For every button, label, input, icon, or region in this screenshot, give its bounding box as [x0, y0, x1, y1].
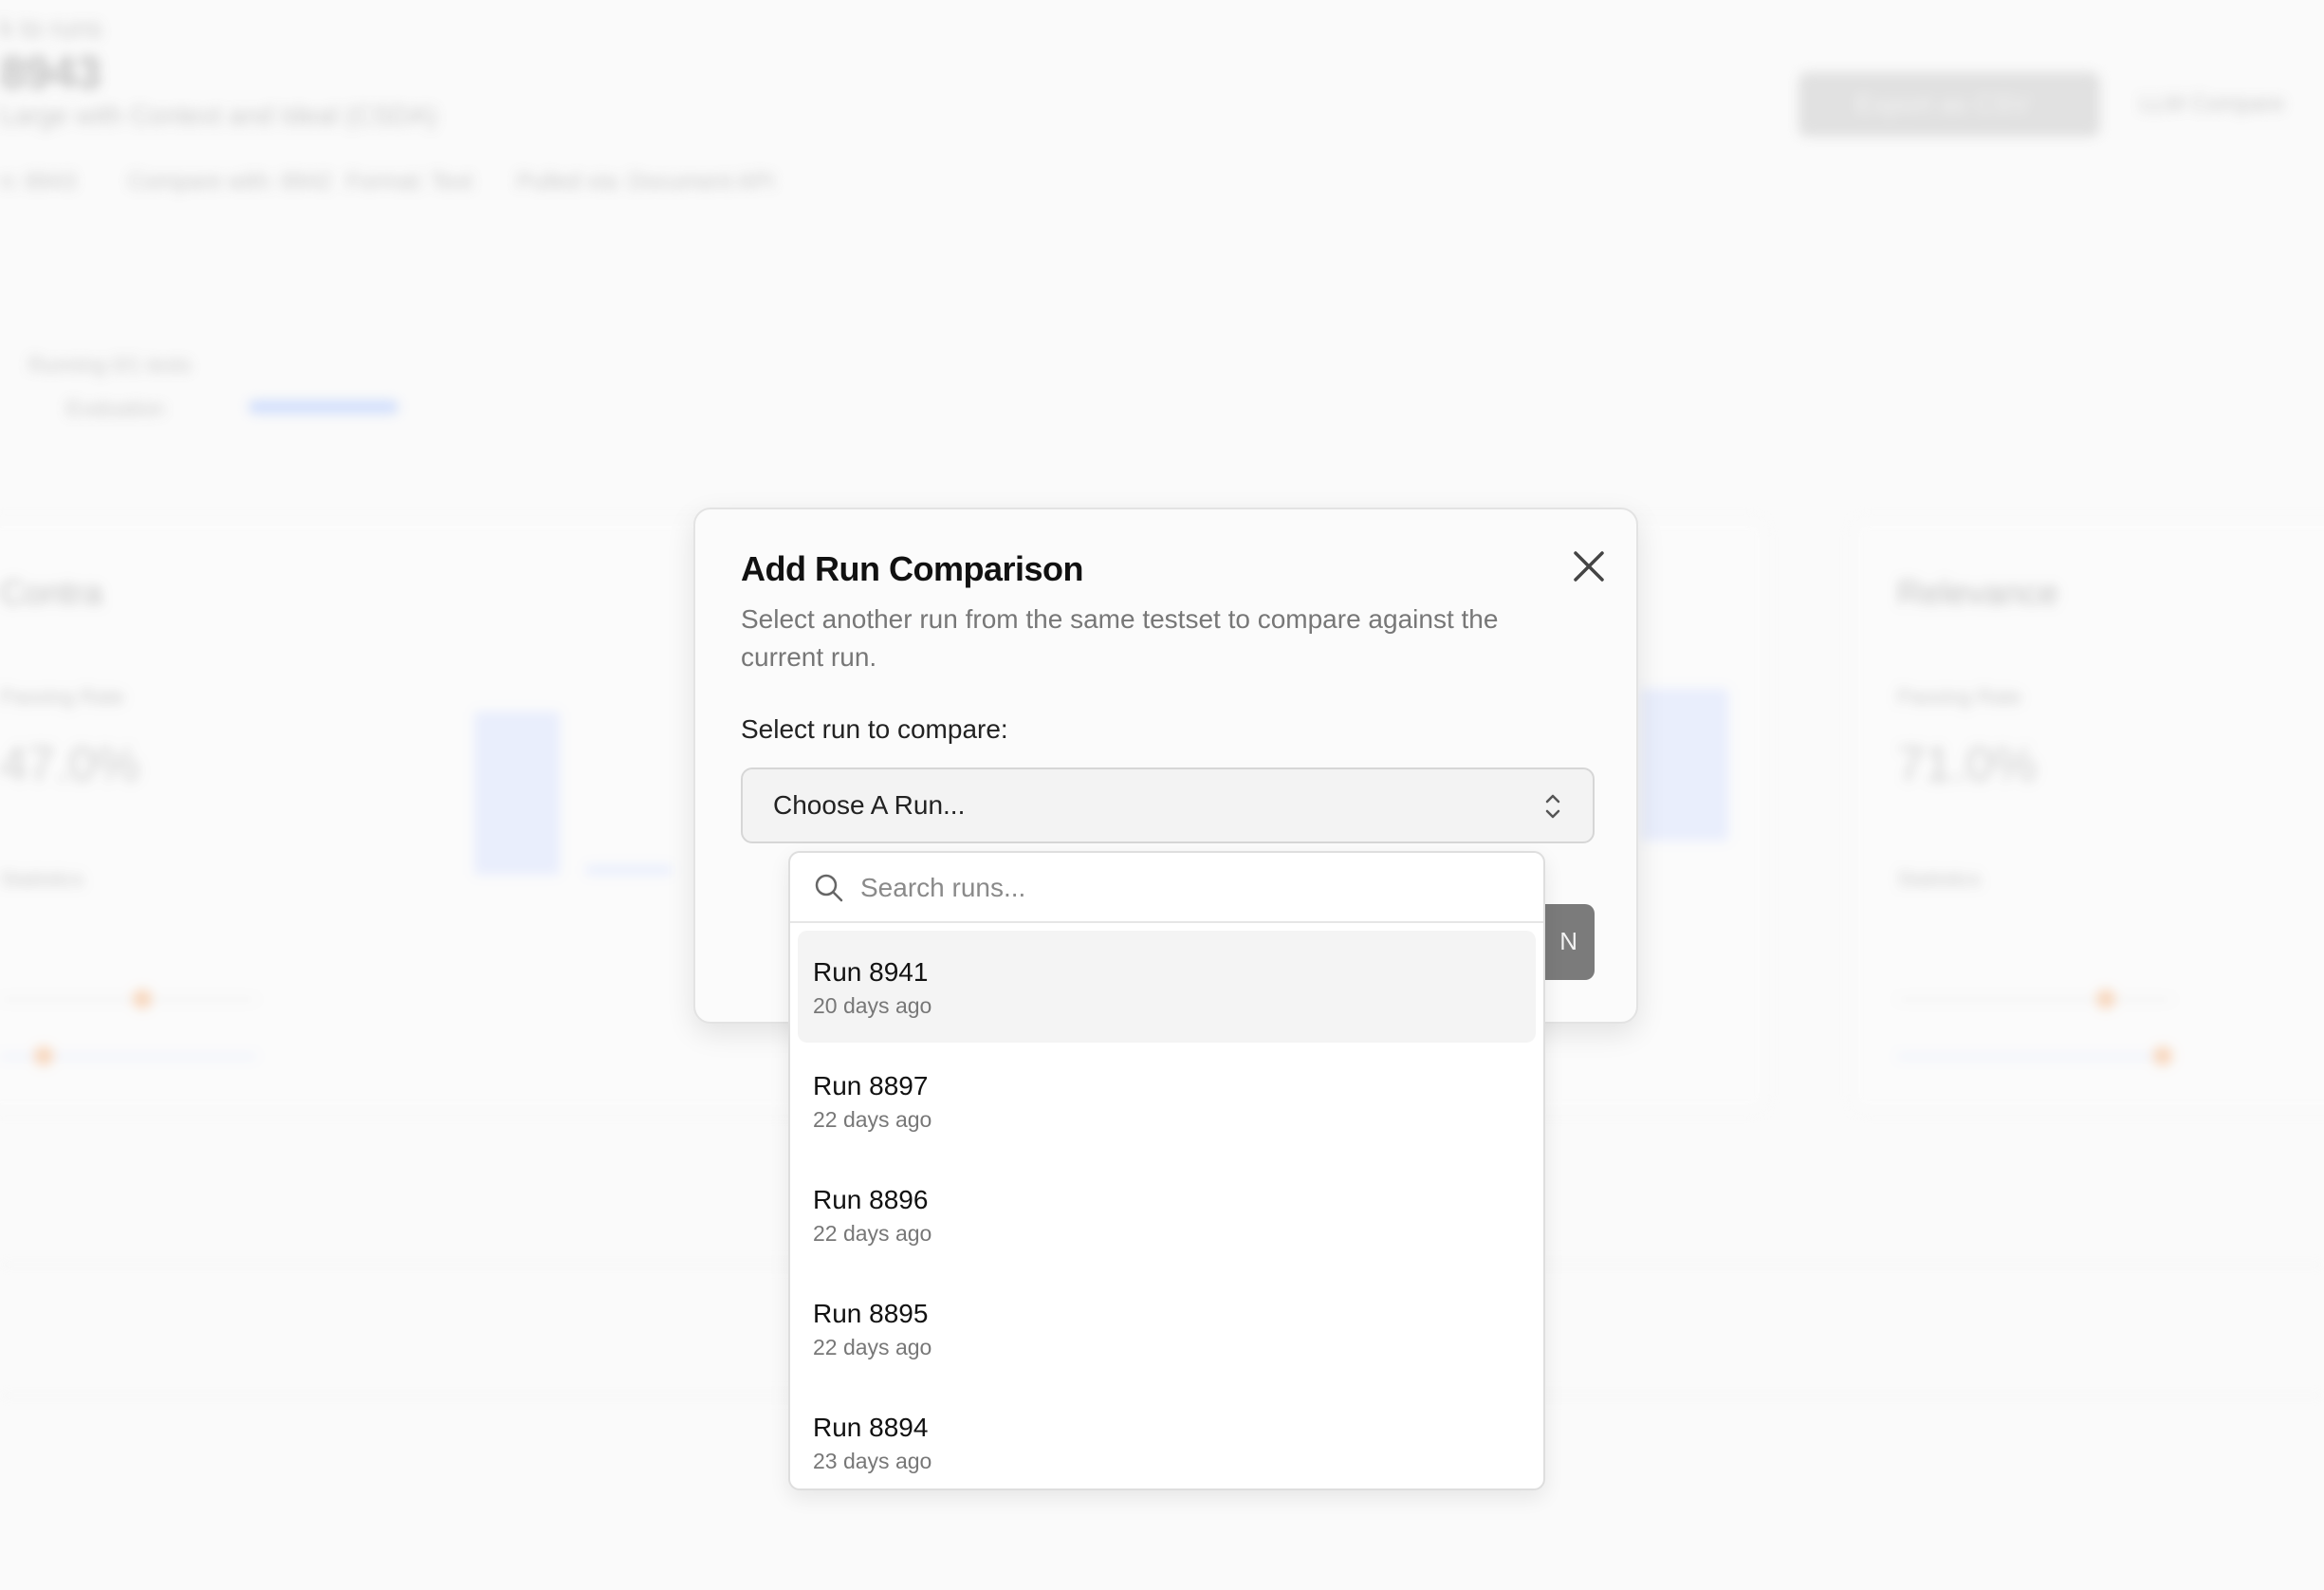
run-option-age: 23 days ago: [813, 1449, 932, 1473]
dialog-title: Add Run Comparison: [741, 549, 1083, 588]
run-option-name: Run 8894: [813, 1413, 929, 1442]
close-button[interactable]: [1566, 544, 1612, 589]
search-row: [790, 853, 1543, 923]
run-option-age: 20 days ago: [813, 993, 932, 1018]
search-icon: [815, 874, 843, 902]
run-option-age: 22 days ago: [813, 1107, 932, 1132]
run-option[interactable]: Run 8894 23 days ago: [798, 1386, 1536, 1488]
close-icon: [1574, 551, 1604, 582]
run-option-name: Run 8895: [813, 1299, 929, 1328]
run-option-name: Run 8897: [813, 1071, 929, 1100]
run-option-name: Run 8896: [813, 1185, 929, 1214]
run-select-value: Choose A Run...: [773, 790, 966, 820]
run-dropdown: Run 894120 days agoRun 889722 days agoRu…: [788, 851, 1545, 1490]
run-option[interactable]: Run 8895 22 days ago: [798, 1272, 1536, 1384]
run-option-age: 22 days ago: [813, 1335, 932, 1359]
run-option-name: Run 8941: [813, 957, 929, 987]
add-comparison-label: N: [1559, 927, 1577, 955]
run-select[interactable]: Choose A Run...: [741, 767, 1595, 843]
run-option[interactable]: Run 8897 22 days ago: [798, 1045, 1536, 1156]
search-input[interactable]: [858, 864, 1507, 912]
run-option[interactable]: Run 8941 20 days ago: [798, 931, 1536, 1043]
select-run-label: Select run to compare:: [741, 714, 1008, 744]
run-option-age: 22 days ago: [813, 1221, 932, 1246]
run-option[interactable]: Run 8896 22 days ago: [798, 1158, 1536, 1270]
chevron-updown-icon: [1545, 794, 1560, 819]
dialog-description: Select another run from the same testset…: [741, 604, 1499, 672]
